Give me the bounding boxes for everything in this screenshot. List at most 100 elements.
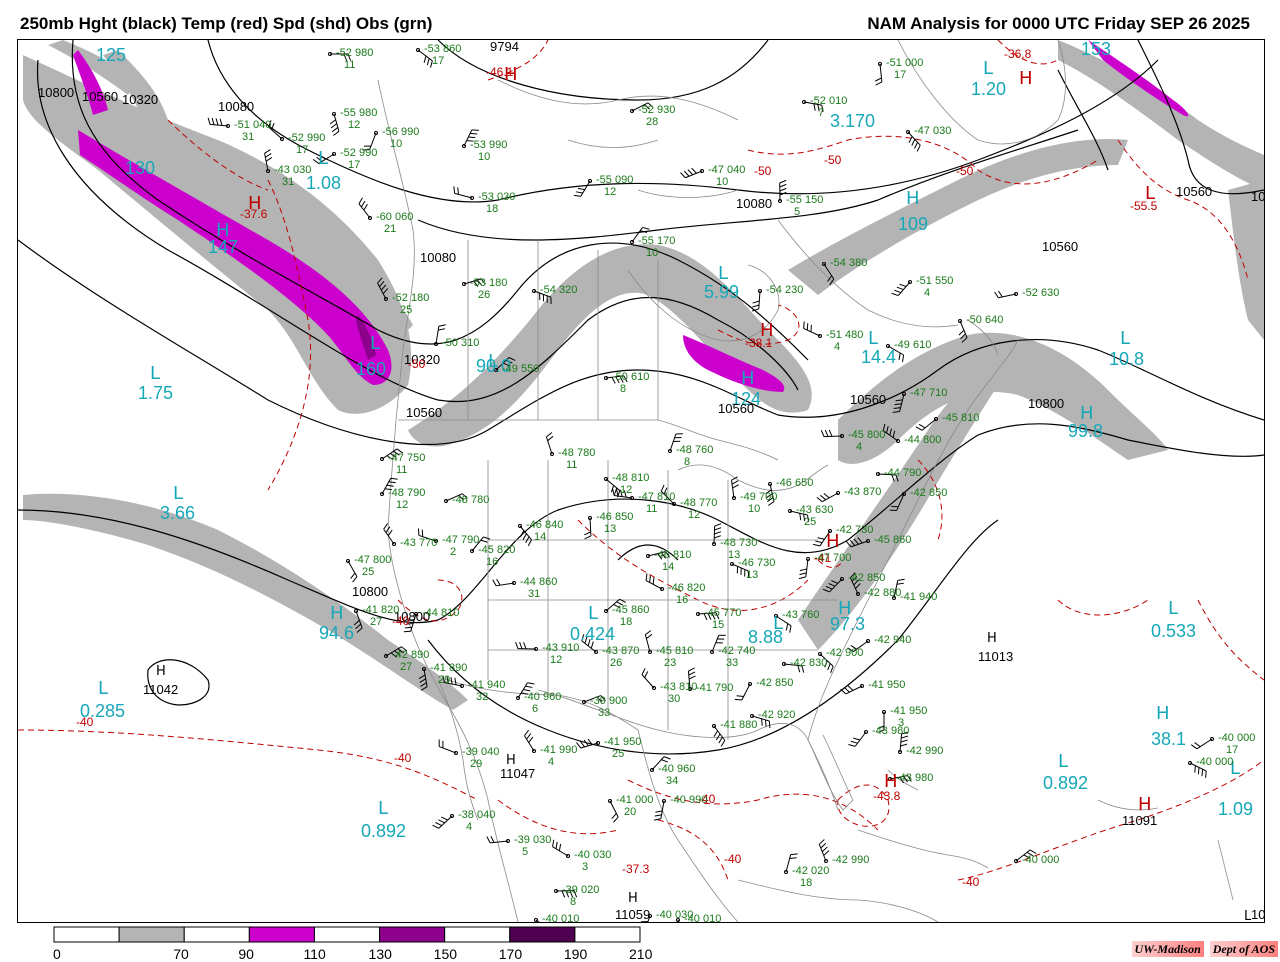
station-obs: -44 860 xyxy=(520,577,557,588)
low-center: L xyxy=(983,60,993,78)
station-obs-dewpoint: 32 xyxy=(476,692,488,703)
speed-value: 0.892 xyxy=(1043,774,1088,792)
station-obs: -53 030 xyxy=(478,192,515,203)
temperature-label: -38.1 xyxy=(745,337,772,349)
station-obs: -51 480 xyxy=(826,330,863,341)
station-obs: -51 000 xyxy=(886,58,923,69)
station-obs: -39 040 xyxy=(462,747,499,758)
station-obs: -54 320 xyxy=(540,285,577,296)
high-center: H xyxy=(628,892,638,905)
station-obs: -40 010 xyxy=(542,914,579,923)
wind-barb xyxy=(546,432,553,455)
wind-barb xyxy=(493,579,516,586)
height-label: 10800 xyxy=(38,86,74,99)
station-obs: -48 780 xyxy=(452,495,489,506)
station-obs: -42 990 xyxy=(906,746,943,757)
height-label: 11047 xyxy=(500,767,535,780)
speed-value: 1.75 xyxy=(138,384,173,402)
station-obs-dewpoint: 21 xyxy=(384,224,396,235)
high-center: H xyxy=(906,190,920,208)
temperature-label: -37.6 xyxy=(240,208,267,220)
credit-dept: Dept of AOS xyxy=(1210,941,1278,957)
colorbar-segment xyxy=(119,927,184,942)
station-obs: -45 810 xyxy=(942,413,979,424)
speed-value: 10.8 xyxy=(1109,350,1144,368)
station-obs-dewpoint: 20 xyxy=(624,807,636,818)
station-obs: -52 930 xyxy=(638,105,675,116)
station-obs: -42 830 xyxy=(790,658,827,669)
low-center: L xyxy=(718,265,728,283)
station-obs: -48 810 xyxy=(612,473,649,484)
station-obs: -47 030 xyxy=(914,126,951,137)
station-obs: -48 730 xyxy=(720,538,757,549)
wind-barb xyxy=(524,730,535,752)
station-obs-dewpoint: 12 xyxy=(604,187,616,198)
station-obs-dewpoint: 17 xyxy=(432,56,444,67)
speed-value: 99.8 xyxy=(1068,422,1103,440)
station-obs: -43 870 xyxy=(602,646,639,657)
station-obs-dewpoint: 10 xyxy=(478,152,490,163)
station-obs-dewpoint: 26 xyxy=(610,658,622,669)
height-label: 10080 xyxy=(218,100,254,113)
wind-barb xyxy=(384,523,396,545)
height-label: 11059 xyxy=(615,908,650,921)
station-obs-dewpoint: 27 xyxy=(370,617,382,628)
wind-barb xyxy=(433,815,454,829)
station-obs-dewpoint: 25 xyxy=(804,517,816,528)
station-obs: -55 170 xyxy=(638,236,675,247)
station-obs: -42 920 xyxy=(758,710,795,721)
station-obs: -50 640 xyxy=(966,315,1003,326)
high-center: H xyxy=(330,605,344,623)
height-label: 11091 xyxy=(1122,814,1157,827)
height-label: 10 xyxy=(1251,190,1265,203)
wind-barb xyxy=(654,800,665,821)
station-obs: -43 980 xyxy=(896,773,933,784)
speed-value: 0.424 xyxy=(570,625,615,643)
station-obs: -42 890 xyxy=(392,650,429,661)
station-obs-dewpoint: 16 xyxy=(486,557,498,568)
station-obs: -41 000 xyxy=(616,795,653,806)
station-obs: -43 760 xyxy=(782,610,819,621)
low-center: L xyxy=(370,335,380,353)
station-obs-dewpoint: 2 xyxy=(450,547,456,558)
station-obs: -40 030 xyxy=(656,910,693,921)
station-obs: -48 770 xyxy=(680,498,717,509)
height-label: 10560 xyxy=(850,393,886,406)
high-center: H xyxy=(1019,70,1033,88)
station-obs: -43 030 xyxy=(274,165,311,176)
high-center: H xyxy=(741,370,755,388)
station-obs: -45 810 xyxy=(656,646,693,657)
low-center: L xyxy=(173,485,183,503)
station-obs: -52 990 xyxy=(288,133,325,144)
height-label: 10560 xyxy=(718,402,754,415)
station-obs-dewpoint: 25 xyxy=(400,305,412,316)
station-obs: -42 850 xyxy=(848,573,885,584)
speed-value: 125 xyxy=(96,46,126,64)
station-obs: -38 040 xyxy=(458,810,495,821)
station-obs: -42 990 xyxy=(832,855,869,866)
station-obs: -54 380 xyxy=(830,258,867,269)
low-center: L xyxy=(150,365,160,383)
station-obs: -47 800 xyxy=(354,555,391,566)
speed-value: 3.66 xyxy=(160,504,195,522)
station-obs: -40 990 xyxy=(670,795,707,806)
height-label: 10080 xyxy=(736,197,772,210)
station-obs-dewpoint: 33 xyxy=(726,658,738,669)
colorbar-segment xyxy=(380,927,445,942)
station-obs-dewpoint: 8 xyxy=(684,457,690,468)
station-obs-dewpoint: 10 xyxy=(390,139,402,150)
wind-barb xyxy=(681,168,704,178)
colorbar-segment xyxy=(445,927,510,942)
station-obs: -39 020 xyxy=(562,885,599,896)
low-center: L xyxy=(588,605,598,623)
wind-barb xyxy=(892,281,912,296)
height-label: 9794 xyxy=(490,40,519,53)
station-obs-dewpoint: 4 xyxy=(834,342,840,353)
station-obs: -49 700 xyxy=(740,492,777,503)
height-label: 109 xyxy=(1251,908,1265,921)
wind-barb xyxy=(454,186,474,199)
station-obs-dewpoint: 13 xyxy=(746,570,758,581)
wind-barb xyxy=(439,740,457,755)
colorbar-segment xyxy=(314,927,379,942)
temperature-label: -37.3 xyxy=(622,863,649,875)
